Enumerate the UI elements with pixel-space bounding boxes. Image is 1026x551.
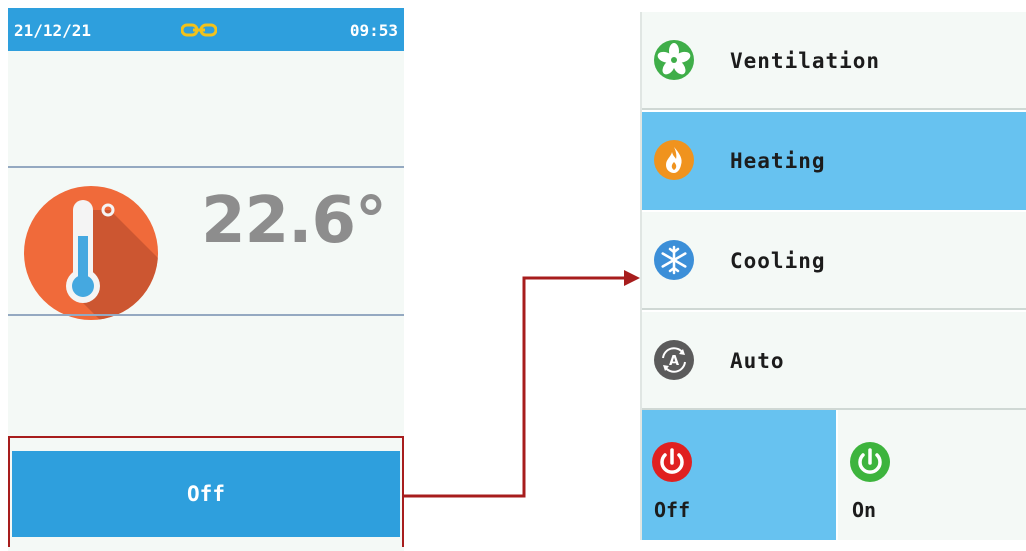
fan-icon: [654, 40, 694, 80]
menu-item-heating[interactable]: Heating: [640, 112, 1026, 210]
menu-item-auto[interactable]: A Auto: [640, 312, 1026, 410]
callout-highlight-box: [8, 436, 404, 547]
auto-mode-icon: A: [654, 340, 694, 380]
power-on-label: On: [852, 498, 877, 522]
power-off-label: Off: [654, 498, 691, 522]
power-off-icon: [652, 442, 692, 482]
menu-left-edge: [640, 12, 642, 540]
thermometer-icon: [24, 186, 158, 320]
menu-label-auto: Auto: [730, 349, 785, 373]
divider-bottom: [8, 314, 404, 316]
power-on-icon: [850, 442, 890, 482]
status-bar: 21/12/21 09:53: [8, 8, 404, 51]
divider-top: [8, 166, 404, 168]
menu-item-ventilation[interactable]: Ventilation: [640, 12, 1026, 110]
flame-icon: [654, 140, 694, 180]
menu-label-cooling: Cooling: [730, 249, 826, 273]
snowflake-icon: [654, 240, 694, 280]
status-date: 21/12/21: [14, 21, 92, 40]
power-off-button[interactable]: Off: [640, 410, 836, 540]
menu-label-heating: Heating: [730, 149, 826, 173]
power-on-button[interactable]: On: [838, 410, 1026, 540]
temperature-readout: 22.6°: [201, 184, 387, 258]
menu-item-cooling[interactable]: Cooling: [640, 212, 1026, 310]
menu-label-ventilation: Ventilation: [730, 49, 881, 73]
chain-link-icon: [181, 23, 217, 37]
mode-menu-screen: Ventilation Heating Cooling A Auto Off O…: [640, 12, 1026, 540]
svg-text:A: A: [669, 354, 679, 369]
status-time: 09:53: [349, 21, 398, 40]
